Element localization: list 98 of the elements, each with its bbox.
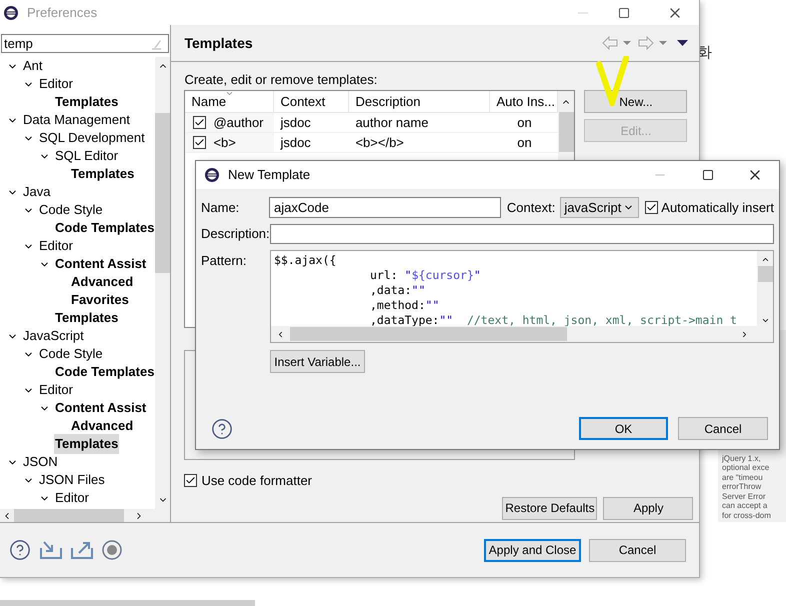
table-cell-text: @author (213, 114, 264, 132)
row-checkbox[interactable] (193, 136, 206, 149)
tree-item[interactable]: Ant (22, 57, 44, 76)
vertical-scrollbar[interactable] (757, 251, 773, 326)
page-title: Templates (184, 34, 254, 53)
background-text: Server Error (722, 492, 767, 501)
tree-item[interactable]: Code Style (38, 344, 104, 364)
description-field[interactable] (270, 224, 774, 244)
scroll-left-icon[interactable] (276, 330, 285, 338)
tree-item[interactable]: Templates (70, 164, 136, 184)
tree-item[interactable]: SQL Development (38, 128, 146, 148)
tree-item[interactable]: JavaScript (22, 326, 85, 346)
vertical-scrollbar[interactable] (155, 57, 170, 509)
filter-field[interactable]: temp (1, 34, 170, 53)
field-label: Name: (201, 198, 240, 217)
help-icon[interactable] (211, 418, 233, 440)
scroll-up-icon[interactable] (760, 255, 770, 264)
field-label: Pattern: (201, 252, 248, 270)
record-icon[interactable] (102, 540, 122, 560)
auto-insert-checkbox[interactable] (645, 201, 658, 214)
scrollbar-thumb[interactable] (290, 327, 567, 341)
import-icon[interactable] (39, 540, 63, 560)
table-cell-text: <b></b> (355, 134, 404, 152)
restore-defaults-button[interactable]: Restore Defaults (502, 496, 598, 520)
table-cell-text: on (517, 134, 532, 152)
help-icon[interactable] (9, 539, 31, 561)
checkbox-label: Automatically insert (661, 198, 774, 217)
maximize-icon[interactable] (618, 6, 630, 18)
view-menu-icon[interactable] (677, 40, 688, 46)
tree-item[interactable]: Data Management (22, 110, 131, 130)
name-field[interactable]: ajaxCode (269, 197, 501, 218)
scrollbar-thumb[interactable] (758, 266, 772, 282)
tree-item[interactable]: Java (22, 182, 52, 202)
table-cell-text: jsdoc (280, 114, 311, 132)
tree-item[interactable]: Advanced (70, 272, 134, 292)
dropdown-arrow-icon[interactable] (658, 40, 668, 46)
formatter-checkbox[interactable] (184, 474, 198, 488)
tree-item[interactable]: Editor (54, 488, 90, 508)
background-text: are "timeou (722, 472, 764, 482)
context-select[interactable]: javaScript (560, 197, 640, 218)
code-line: ,method:"" (369, 298, 440, 313)
apply-and-close-button[interactable]: Apply and Close (484, 538, 581, 562)
column-header[interactable]: Description (349, 91, 490, 112)
column-header[interactable]: Name (185, 91, 274, 112)
tree-item[interactable]: JSON Files (38, 470, 106, 490)
code-line: ,data:"" (369, 283, 426, 298)
scroll-down-icon[interactable] (760, 316, 770, 325)
insert-variable-button[interactable]: Insert Variable... (270, 350, 365, 373)
tree-item[interactable]: Code Style (38, 200, 104, 220)
tree-item[interactable]: Editor (38, 380, 74, 400)
tree-item[interactable]: Editor (38, 236, 74, 256)
row-checkbox[interactable] (193, 116, 206, 129)
side-action-button[interactable]: New... (584, 90, 688, 113)
window-title: Preferences (27, 4, 98, 22)
scrollbar-thumb[interactable] (14, 509, 124, 523)
tree-item[interactable]: Templates (54, 434, 120, 454)
tree-item[interactable]: Advanced (70, 416, 134, 436)
background-text: can accept a (722, 501, 768, 510)
table-cell-text: on (517, 114, 532, 132)
app-logo-icon (3, 4, 19, 20)
code-line: url: "${cursor}" (369, 268, 481, 283)
dropdown-arrow-icon[interactable] (622, 40, 632, 46)
scrollbar-thumb[interactable] (558, 112, 574, 152)
column-header[interactable]: Context (274, 91, 350, 112)
background-text: for cross-dom (722, 510, 772, 520)
horizontal-scrollbar[interactable] (0, 509, 170, 523)
table-cell-text: jsdoc (280, 134, 311, 152)
tree-item[interactable]: Editor (38, 74, 74, 94)
tree-item[interactable]: Templates (54, 308, 120, 328)
ok-button[interactable]: OK (579, 417, 668, 440)
tree-item[interactable]: SQL Editor (54, 146, 120, 166)
background-text: errorThrow (722, 482, 762, 492)
field-label: Context: (506, 198, 556, 217)
dialog-title: New Template (228, 166, 310, 184)
scrollbar-thumb[interactable] (155, 113, 170, 273)
horizontal-scrollbar[interactable] (271, 326, 773, 342)
maximize-icon[interactable] (702, 169, 714, 181)
cancel-button[interactable]: Cancel (589, 538, 686, 562)
tree-item[interactable]: JSON (22, 452, 59, 472)
checkbox-label: Use code formatter (201, 472, 312, 490)
code-line: $$.ajax({ (274, 253, 336, 268)
export-icon[interactable] (70, 540, 94, 560)
tree-item[interactable]: Favorites (70, 290, 130, 310)
background-text: jQuery 1.x, (722, 454, 762, 463)
cancel-button[interactable]: Cancel (678, 417, 768, 440)
tree-item[interactable]: Content Assist (54, 254, 148, 274)
intro-text: Create, edit or remove templates: (184, 71, 378, 87)
scroll-right-icon[interactable] (740, 330, 749, 338)
table-cell-text: author name (355, 114, 428, 132)
field-label: Description: (201, 225, 270, 244)
background-text: optional exce (722, 463, 770, 472)
tree-item[interactable]: Templates (54, 92, 120, 112)
table-cell-text: <b> (213, 134, 236, 152)
app-logo-icon (204, 167, 220, 183)
tree-item[interactable]: Code Templates (54, 362, 156, 382)
tree-item[interactable]: Content Assist (54, 398, 148, 418)
tree-item[interactable]: Code Templates (54, 218, 156, 238)
apply-button[interactable]: Apply (603, 496, 694, 520)
